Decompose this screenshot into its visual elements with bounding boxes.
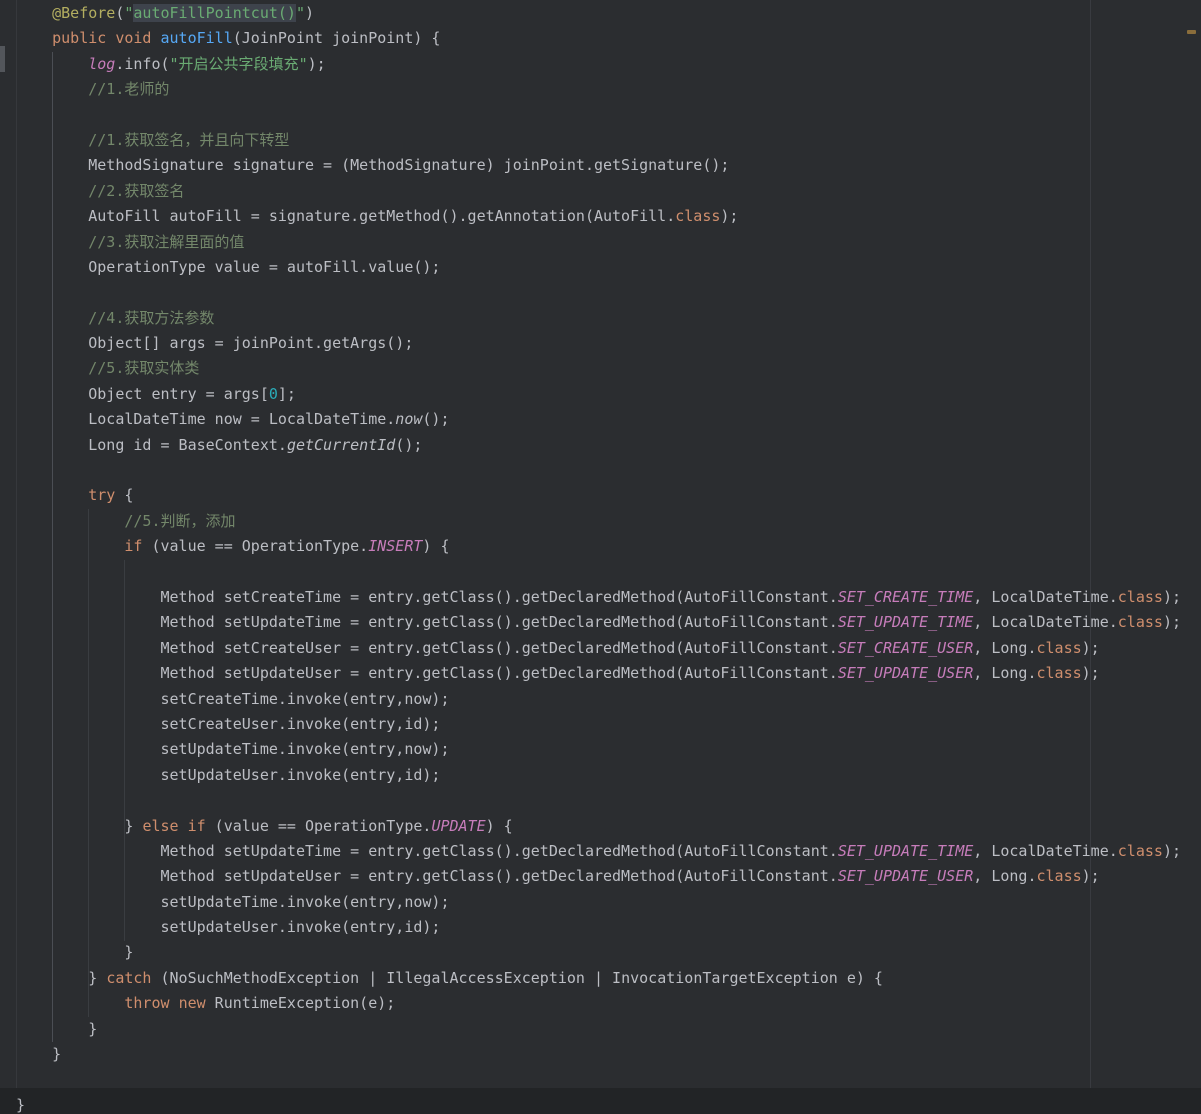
code-line[interactable]: AutoFill autoFill = signature.getMethod(… [16,204,1201,229]
code-line[interactable]: //4.获取方法参数 [16,306,1201,331]
code-line[interactable]: LocalDateTime now = LocalDateTime.now(); [16,407,1201,432]
code-line[interactable] [16,103,1201,128]
code-line[interactable]: Long id = BaseContext.getCurrentId(); [16,433,1201,458]
code-lines: @Before("autoFillPointcut()") public voi… [0,0,1201,1114]
code-line[interactable]: Method setUpdateTime = entry.getClass().… [16,839,1201,864]
code-line[interactable]: } [16,940,1201,965]
code-line[interactable]: } [16,1093,1201,1114]
code-line[interactable]: } else if (value == OperationType.UPDATE… [16,814,1201,839]
code-line[interactable]: throw new RuntimeException(e); [16,991,1201,1016]
code-line[interactable]: Object[] args = joinPoint.getArgs(); [16,331,1201,356]
code-line[interactable]: setUpdateTime.invoke(entry,now); [16,890,1201,915]
code-line[interactable]: setUpdateTime.invoke(entry,now); [16,737,1201,762]
code-line[interactable]: Method setUpdateTime = entry.getClass().… [16,610,1201,635]
code-line[interactable]: @Before("autoFillPointcut()") [16,1,1201,26]
code-editor[interactable]: @Before("autoFillPointcut()") public voi… [0,0,1201,1114]
code-line[interactable] [16,560,1201,585]
code-line[interactable]: Method setCreateTime = entry.getClass().… [16,585,1201,610]
code-line[interactable]: setUpdateUser.invoke(entry,id); [16,915,1201,940]
code-line[interactable]: OperationType value = autoFill.value(); [16,255,1201,280]
code-line[interactable]: log.info("开启公共字段填充"); [16,52,1201,77]
code-line[interactable]: } [16,1017,1201,1042]
code-line[interactable]: //3.获取注解里面的值 [16,230,1201,255]
code-line[interactable]: public void autoFill(JoinPoint joinPoint… [16,26,1201,51]
code-line[interactable]: Method setCreateUser = entry.getClass().… [16,636,1201,661]
code-line[interactable]: Method setUpdateUser = entry.getClass().… [16,864,1201,889]
code-line[interactable]: //2.获取签名 [16,179,1201,204]
code-line[interactable]: } [16,1042,1201,1067]
code-line[interactable]: //1.获取签名，并且向下转型 [16,128,1201,153]
code-line[interactable]: MethodSignature signature = (MethodSigna… [16,153,1201,178]
code-line[interactable]: setUpdateUser.invoke(entry,id); [16,763,1201,788]
code-line[interactable]: Method setUpdateUser = entry.getClass().… [16,661,1201,686]
code-line[interactable]: setCreateUser.invoke(entry,id); [16,712,1201,737]
code-line[interactable] [16,458,1201,483]
code-line[interactable]: Object entry = args[0]; [16,382,1201,407]
code-line[interactable] [16,788,1201,813]
code-line[interactable]: } catch (NoSuchMethodException | Illegal… [16,966,1201,991]
vertical-scrollbar[interactable] [1191,0,1201,1114]
code-line[interactable]: setCreateTime.invoke(entry,now); [16,687,1201,712]
code-line[interactable]: //1.老师的 [16,77,1201,102]
code-line[interactable] [16,280,1201,305]
gutter-change-marker [0,46,5,72]
code-line[interactable]: try { [16,483,1201,508]
code-line[interactable]: if (value == OperationType.INSERT) { [16,534,1201,559]
code-line[interactable]: //5.获取实体类 [16,356,1201,381]
code-line[interactable]: //5.判断，添加 [16,509,1201,534]
code-line[interactable] [16,1067,1201,1092]
